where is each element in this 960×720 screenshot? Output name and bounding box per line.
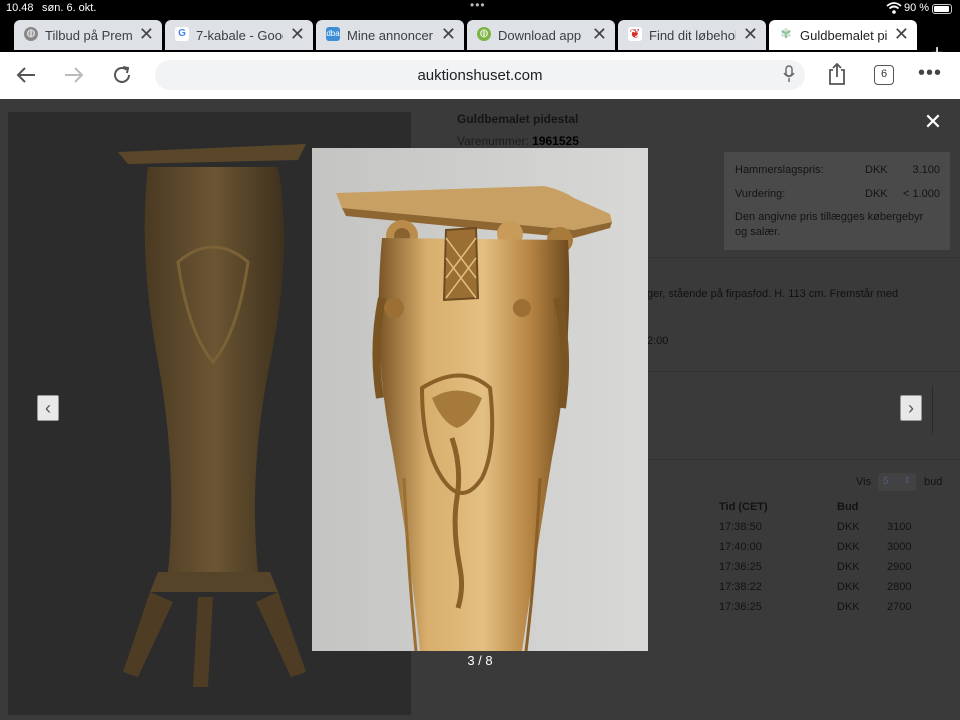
page-content: Guldbemalet pidestal Varenummer: 1961525…	[0, 99, 960, 720]
tab-switcher-button[interactable]: 6	[874, 65, 894, 85]
tab-label: Guldbemalet pidestal	[800, 28, 887, 43]
bid-time: 17:38:22	[719, 581, 762, 593]
bid-amount: 2700	[887, 601, 912, 613]
globe-icon: ◍	[477, 27, 491, 41]
end-time: 2:00	[647, 335, 669, 347]
leaf-icon: ✾	[779, 26, 793, 41]
wifi-icon	[886, 1, 902, 18]
bids-per-page-select[interactable]: 5 ⇕	[878, 473, 916, 491]
next-image-button[interactable]: ›	[900, 395, 922, 421]
tab-loebehold[interactable]: ❦ Find dit løbehold ✕	[618, 20, 766, 50]
status-bar: 10.48 søn. 6. okt. ••• 90 %	[0, 0, 960, 18]
close-tab-icon[interactable]: ✕	[743, 24, 758, 44]
tab-mine-annoncer[interactable]: dba Mine annoncer ✕	[316, 20, 464, 50]
status-date: søn. 6. okt.	[42, 2, 97, 14]
tab-guldbemalet-pidestal[interactable]: ✾ Guldbemalet pidestal ✕	[769, 20, 917, 50]
chevron-left-icon: ‹	[45, 398, 51, 418]
reload-icon	[114, 66, 130, 83]
price-box: Hammerslagspris: DKK 3.100 Vurdering: DK…	[724, 152, 950, 250]
lot-description: ger, stående på firpasfod. H. 113 cm. Fr…	[647, 288, 899, 300]
lot-title: Guldbemalet pidestal	[457, 112, 579, 126]
google-icon: G	[175, 27, 189, 41]
tab-premium[interactable]: ◍ Tilbud på Premium ✕	[14, 20, 162, 50]
tab-strip: ◍ Tilbud på Premium ✕ G 7-kabale - Googl…	[0, 18, 960, 65]
share-button[interactable]	[821, 60, 853, 90]
battery-icon	[932, 4, 952, 14]
tab-label: Tilbud på Premium	[45, 28, 132, 43]
table-row: 17:40:00 DKK 3000	[719, 541, 959, 561]
previous-image-button[interactable]: ‹	[37, 395, 59, 421]
item-number: Varenummer: 1961525	[457, 134, 579, 148]
divider	[932, 386, 933, 434]
share-icon	[829, 62, 845, 85]
browser-toolbar: auktionshuset.com 6 •••	[0, 52, 960, 99]
bid-currency: DKK	[837, 521, 860, 533]
valuation-label: Vurdering:	[735, 188, 786, 200]
fee-note-line1: Den angivne pris tillægges købergebyr	[735, 211, 924, 223]
multitasking-dots-icon[interactable]: •••	[470, 0, 486, 12]
close-tab-icon[interactable]: ✕	[592, 24, 607, 44]
hammer-price-label: Hammerslagspris:	[735, 164, 824, 176]
back-button[interactable]	[10, 60, 42, 90]
chevron-updown-icon: ⇕	[903, 475, 911, 485]
dba-icon: dba	[326, 27, 340, 41]
table-row: 17:36:25 DKK 2900	[719, 561, 959, 581]
table-row: 17:38:50 DKK 3100	[719, 521, 959, 541]
chevron-right-icon: ›	[908, 398, 914, 418]
forward-arrow-icon	[65, 67, 84, 83]
microphone-icon[interactable]	[783, 65, 795, 83]
bid-time: 17:38:50	[719, 521, 762, 533]
table-header: Tid (CET) Bud	[719, 501, 959, 521]
bid-currency: DKK	[837, 581, 860, 593]
valuation-currency: DKK	[865, 188, 888, 200]
table-row: 17:36:25 DKK 2700	[719, 601, 959, 621]
bid-amount: 3100	[887, 521, 912, 533]
valuation-value: < 1.000	[902, 188, 940, 200]
back-arrow-icon	[16, 67, 35, 83]
url-text: auktionshuset.com	[417, 67, 543, 84]
close-tab-icon[interactable]: ✕	[894, 24, 909, 44]
close-tab-icon[interactable]: ✕	[441, 24, 456, 44]
lightbox-image	[312, 148, 648, 651]
image-counter: 3 / 8	[467, 653, 493, 668]
bid-amount: 3000	[887, 541, 912, 553]
col-bid-header: Bud	[837, 501, 859, 513]
forward-button[interactable]	[58, 60, 90, 90]
hammer-price-value: 3.100	[912, 164, 940, 176]
close-tab-icon[interactable]: ✕	[139, 24, 154, 44]
bid-amount: 2800	[887, 581, 912, 593]
bid-currency: DKK	[837, 601, 860, 613]
bid-time: 17:36:25	[719, 561, 762, 573]
tab-label: Mine annoncer	[347, 28, 433, 43]
bids-per-page-value: 5	[883, 476, 889, 487]
status-time: 10.48	[6, 2, 34, 14]
close-lightbox-button[interactable]: ✕	[921, 110, 945, 134]
hammer-price-currency: DKK	[865, 164, 888, 176]
globe-icon: ◍	[24, 27, 38, 41]
table-row: 17:38:22 DKK 2800	[719, 581, 959, 601]
tab-label: Find dit løbehold	[649, 28, 736, 43]
bid-amount: 2900	[887, 561, 912, 573]
battery-percent: 90 %	[904, 2, 930, 14]
tab-download-app[interactable]: ◍ Download app ✕	[467, 20, 615, 50]
item-number-label: Varenummer:	[457, 134, 529, 148]
close-icon: ✕	[923, 109, 943, 134]
bid-time: 17:36:25	[719, 601, 762, 613]
bid-currency: DKK	[837, 561, 860, 573]
tab-label: 7-kabale - Google	[196, 28, 283, 43]
bid-currency: DKK	[837, 541, 860, 553]
close-tab-icon[interactable]: ✕	[290, 24, 305, 44]
address-bar[interactable]: auktionshuset.com	[155, 60, 805, 90]
item-number-value: 1961525	[532, 134, 579, 148]
tab-kabale[interactable]: G 7-kabale - Google ✕	[165, 20, 313, 50]
bid-time: 17:40:00	[719, 541, 762, 553]
reload-button[interactable]	[106, 60, 138, 90]
per-label: bud	[924, 476, 943, 488]
more-menu-icon[interactable]: •••	[918, 62, 942, 85]
tab-label: Download app	[498, 28, 582, 43]
col-time-header: Tid (CET)	[719, 501, 768, 513]
heart-icon: ❦	[628, 26, 642, 41]
show-label: Vis	[856, 476, 872, 488]
fee-note-line2: og salær.	[735, 226, 781, 238]
